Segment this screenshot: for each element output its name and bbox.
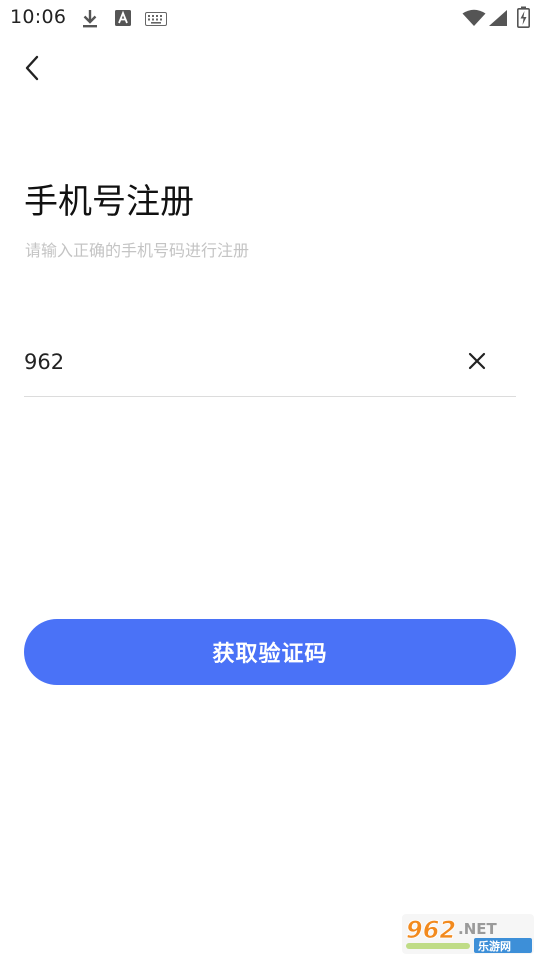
svg-text:乐游网: 乐游网 <box>478 939 511 953</box>
chevron-left-icon <box>22 54 42 86</box>
watermark-logo: 962 .NET 乐游网 <box>400 912 536 956</box>
status-time: 10:06 <box>10 6 67 28</box>
phone-field <box>24 336 516 397</box>
clear-input-button[interactable] <box>460 346 494 380</box>
page-subtitle: 请输入正确的手机号码进行注册 <box>25 241 250 260</box>
text-a-icon <box>114 9 132 31</box>
battery-charging-icon <box>517 6 530 32</box>
signal-icon <box>488 9 508 31</box>
close-icon <box>468 352 486 374</box>
status-bar: 10:06 <box>0 0 540 36</box>
get-code-button[interactable]: 获取验证码 <box>24 619 516 685</box>
back-button[interactable] <box>14 52 50 88</box>
download-icon <box>80 8 100 34</box>
page-title: 手机号注册 <box>24 182 194 222</box>
svg-text:.NET: .NET <box>458 920 497 938</box>
svg-text:962: 962 <box>406 916 456 944</box>
phone-input[interactable] <box>24 342 444 382</box>
keyboard-icon <box>145 11 167 30</box>
wifi-icon <box>462 9 486 31</box>
